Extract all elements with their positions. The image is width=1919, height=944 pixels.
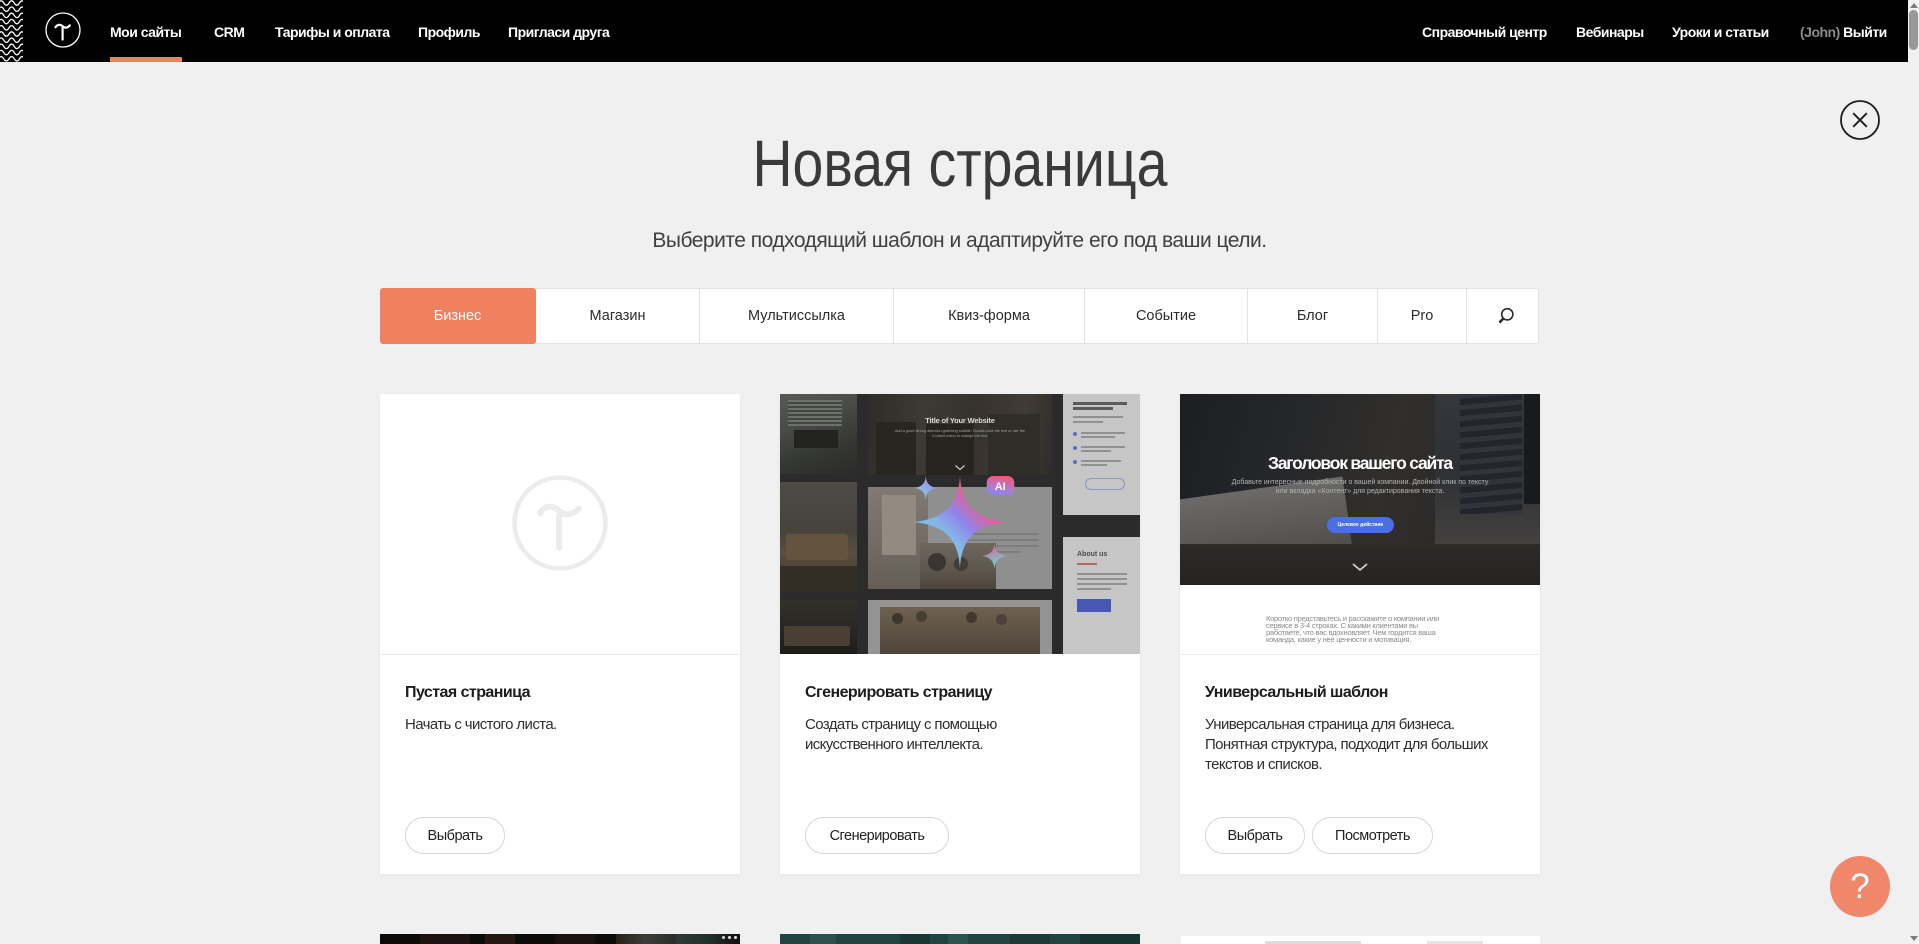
svg-text:AI: AI (995, 481, 1006, 493)
